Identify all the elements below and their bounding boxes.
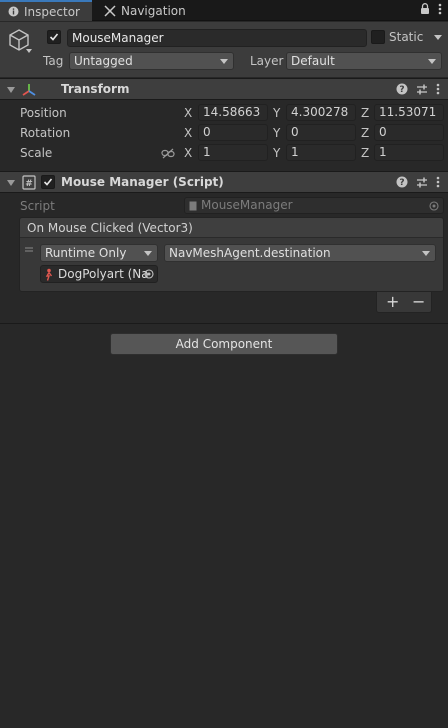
remove-listener-button[interactable]: − <box>412 292 425 311</box>
preset-sliders-icon[interactable] <box>416 176 428 188</box>
icon-dropdown-caret[interactable] <box>26 49 32 53</box>
object-picker-icon <box>429 201 439 211</box>
tag-label: Tag <box>43 54 64 68</box>
object-picker-icon[interactable] <box>144 269 154 279</box>
target-object-value: DogPolyart (Na <box>58 267 149 281</box>
rotation-x-label[interactable]: X <box>184 126 192 140</box>
layer-value: Default <box>291 54 335 68</box>
runtime-mode-dropdown[interactable]: Runtime Only <box>40 244 158 262</box>
navmesh-agent-icon <box>45 268 53 281</box>
scale-label: Scale <box>20 146 53 160</box>
mouse-manager-header[interactable]: # Mouse Manager (Script) ? <box>0 171 448 193</box>
script-file-icon: # <box>22 175 36 190</box>
scale-z-label[interactable]: Z <box>361 146 369 160</box>
position-z-input[interactable]: 11.53071 <box>374 104 444 121</box>
tab-inspector[interactable]: Inspector <box>0 0 92 21</box>
event-add-remove-bar: + − <box>376 292 432 313</box>
transform-axes-icon <box>22 84 36 96</box>
static-dropdown-caret[interactable] <box>434 35 442 40</box>
gameobject-header: MouseManager Static Tag Untagged Layer D… <box>0 22 448 77</box>
constrain-proportions-unlinked-icon[interactable] <box>161 148 175 159</box>
scale-x-input[interactable]: 1 <box>198 144 268 161</box>
script-field: MouseManager <box>184 197 444 214</box>
chevron-down-icon <box>144 251 152 256</box>
event-title: On Mouse Clicked (Vector3) <box>27 221 193 235</box>
tag-dropdown[interactable]: Untagged <box>69 52 234 70</box>
chevron-down-icon <box>422 251 430 256</box>
rotation-y-input[interactable]: 0 <box>286 124 356 141</box>
lock-icon[interactable] <box>420 3 430 15</box>
chevron-down-icon <box>428 59 436 64</box>
layer-label: Layer <box>250 54 284 68</box>
more-vert-icon[interactable] <box>438 3 442 15</box>
component-enabled-checkbox[interactable] <box>41 175 55 189</box>
drag-handle-icon[interactable] <box>25 247 33 253</box>
function-dropdown[interactable]: NavMeshAgent.destination <box>164 244 436 262</box>
script-asset-icon <box>189 201 197 211</box>
component-separator <box>0 323 448 324</box>
help-icon[interactable]: ? <box>396 176 408 188</box>
rotation-z-label[interactable]: Z <box>361 126 369 140</box>
event-header: On Mouse Clicked (Vector3) <box>20 218 443 238</box>
position-x-label[interactable]: X <box>184 106 192 120</box>
tab-navigation[interactable]: Navigation <box>96 0 196 21</box>
help-icon[interactable]: ? <box>396 83 408 95</box>
scale-y-input[interactable]: 1 <box>286 144 356 161</box>
add-component-button[interactable]: Add Component <box>110 333 338 355</box>
scale-x-label[interactable]: X <box>184 146 192 160</box>
svg-text:?: ? <box>399 85 404 95</box>
runtime-value: Runtime Only <box>45 246 127 260</box>
check-icon <box>43 178 53 186</box>
chevron-down-icon <box>220 59 228 64</box>
active-checkbox[interactable] <box>47 30 61 44</box>
rotation-label: Rotation <box>20 126 71 140</box>
script-value: MouseManager <box>201 198 293 212</box>
more-vert-icon[interactable] <box>436 176 440 188</box>
mouse-manager-title: Mouse Manager (Script) <box>61 175 224 189</box>
transform-header[interactable]: Transform ? <box>0 78 448 100</box>
target-object-field[interactable]: DogPolyart (Na <box>40 265 158 283</box>
check-icon <box>49 33 59 41</box>
svg-text:#: # <box>25 179 33 189</box>
unity-event-list: On Mouse Clicked (Vector3) Runtime Only … <box>19 217 444 292</box>
scale-y-label[interactable]: Y <box>273 146 280 160</box>
function-value: NavMeshAgent.destination <box>169 246 331 260</box>
svg-text:?: ? <box>399 178 404 188</box>
transform-title: Transform <box>61 82 130 96</box>
info-icon <box>8 6 19 17</box>
scale-z-input[interactable]: 1 <box>374 144 444 161</box>
position-z-label[interactable]: Z <box>361 106 369 120</box>
layer-dropdown[interactable]: Default <box>286 52 442 70</box>
static-checkbox[interactable] <box>371 30 385 44</box>
static-label: Static <box>389 30 424 44</box>
navigation-icon <box>104 4 116 17</box>
tag-value: Untagged <box>74 54 133 68</box>
position-x-input[interactable]: 14.58663 <box>198 104 268 121</box>
add-listener-button[interactable]: + <box>386 292 399 311</box>
position-y-label[interactable]: Y <box>273 106 280 120</box>
foldout-arrow-icon[interactable] <box>7 87 15 93</box>
foldout-arrow-icon[interactable] <box>7 180 15 186</box>
preset-sliders-icon[interactable] <box>416 83 428 95</box>
rotation-y-label[interactable]: Y <box>273 126 280 140</box>
tab-bar: Inspector Navigation <box>0 0 448 21</box>
position-y-input[interactable]: 4.300278 <box>286 104 356 121</box>
position-label: Position <box>20 106 67 120</box>
tab-navigation-label: Navigation <box>121 3 186 18</box>
tab-inspector-label: Inspector <box>24 4 80 19</box>
rotation-x-input[interactable]: 0 <box>198 124 268 141</box>
gameobject-name-input[interactable]: MouseManager <box>67 29 367 47</box>
rotation-z-input[interactable]: 0 <box>374 124 444 141</box>
more-vert-icon[interactable] <box>436 83 440 95</box>
script-label: Script <box>20 199 55 213</box>
